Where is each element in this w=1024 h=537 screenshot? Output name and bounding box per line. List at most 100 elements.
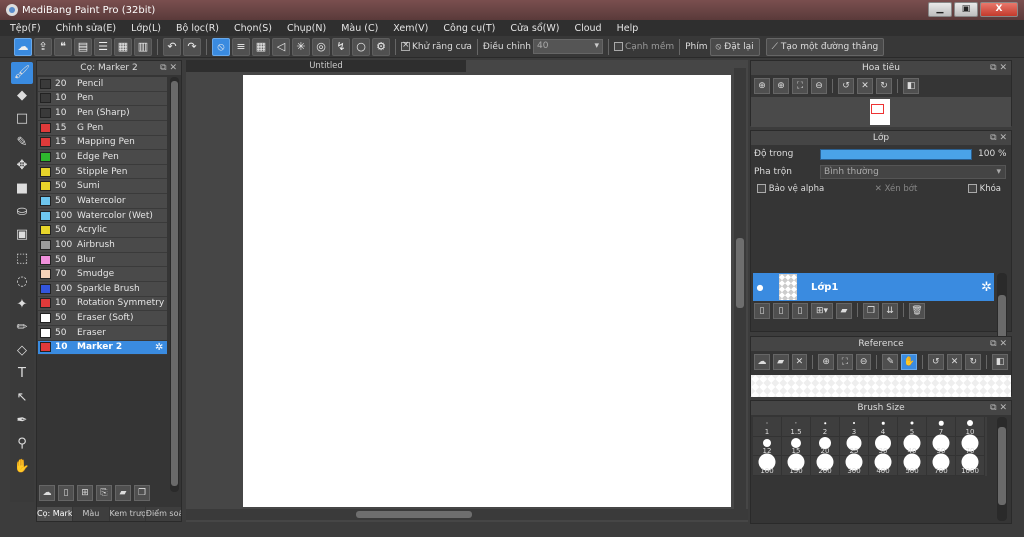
brush-list-item[interactable]: 100 Sparkle Brush	[38, 281, 167, 297]
brush-list-item[interactable]: 50 Sumi	[38, 179, 167, 195]
rectangle-icon[interactable]: □	[11, 108, 33, 130]
brush-size-option[interactable]: 300	[840, 453, 869, 476]
circle-snap-icon[interactable]: ○	[352, 37, 370, 56]
cloud-upload-icon[interactable]: ☁	[754, 354, 770, 370]
select-eraser-icon[interactable]: ◇	[11, 340, 33, 362]
zoom-in-icon[interactable]: ⊕	[754, 78, 770, 94]
tab-material[interactable]: Điểm soá...	[145, 507, 181, 521]
select-rect-icon[interactable]: ⬚	[11, 248, 33, 270]
brush-list-item[interactable]: 50 Stipple Pen	[38, 164, 167, 180]
new-halftone-layer-icon[interactable]: ▯	[773, 303, 789, 319]
new-layer-icon[interactable]: ▯	[754, 303, 770, 319]
gradient-icon[interactable]: ▣	[11, 224, 33, 246]
concentric-snap-icon[interactable]: ◎	[312, 37, 330, 56]
fill-rect-icon[interactable]: ■	[11, 178, 33, 200]
brush-list-scrollbar[interactable]	[170, 77, 179, 492]
brush-list-item[interactable]: 10 Pen	[38, 91, 167, 107]
menu-color[interactable]: Màu (C)	[341, 23, 378, 34]
zoom-in-icon[interactable]: ⊕	[818, 354, 834, 370]
clipping-icon[interactable]: ✕	[875, 184, 882, 194]
add-brush-icon[interactable]: ⊞	[77, 485, 93, 501]
add-layer-menu-icon[interactable]: ⊞▾	[811, 303, 833, 319]
menu-view[interactable]: Xem(V)	[393, 23, 428, 34]
panel-popout-icon[interactable]: ⧉ ✕	[990, 337, 1007, 351]
rotate-right-icon[interactable]: ↻	[965, 354, 982, 370]
comment-icon[interactable]: ❝	[54, 37, 72, 56]
layer-row[interactable]: ● Lớp1 ✲	[753, 273, 994, 301]
document-tab[interactable]: Untitled	[186, 60, 466, 72]
list-icon[interactable]: ☰	[94, 37, 112, 56]
duplicate-layer-icon[interactable]: ❐	[863, 303, 879, 319]
grid-panel-icon[interactable]: ▦	[114, 37, 132, 56]
brush-list-item[interactable]: 50 Eraser	[38, 325, 167, 341]
tab-slider[interactable]: Kem trượ...	[109, 507, 145, 521]
panel-icon[interactable]: ▤	[74, 37, 92, 56]
bucket-icon[interactable]: ⛀	[11, 201, 33, 223]
snap-settings-icon[interactable]: ⚙	[372, 37, 390, 56]
parallel-snap-icon[interactable]: ≡	[232, 37, 250, 56]
cloud-icon[interactable]: ☁	[14, 37, 32, 56]
eyedropper-icon[interactable]: ✎	[882, 354, 899, 370]
flip-icon[interactable]: ◧	[992, 354, 1008, 370]
create-line-button[interactable]: ⟋ Tạo một đường thẳng	[765, 37, 885, 56]
brush-size-option[interactable]: 1	[753, 417, 782, 437]
curve-snap-icon[interactable]: ↯	[332, 37, 350, 56]
rotate-reset-icon[interactable]: ✕	[946, 354, 963, 370]
hand-icon[interactable]: ✋	[11, 456, 33, 478]
soft-edge-checkbox[interactable]	[613, 42, 623, 51]
gear-icon[interactable]: ✲	[981, 280, 992, 295]
canvas-paper[interactable]	[243, 75, 731, 507]
panel-popout-icon[interactable]: ⧉ ✕	[990, 401, 1007, 415]
rotate-left-icon[interactable]: ↺	[927, 354, 944, 370]
trash-icon[interactable]: 🗑	[909, 303, 925, 319]
zoom-out-icon[interactable]: ⊖	[811, 78, 827, 94]
brush-list-item[interactable]: 10 Marker 2 ✲	[38, 340, 167, 356]
magic-wand-icon[interactable]: ✦	[11, 294, 33, 316]
brush-list-item[interactable]: 10 Pen (Sharp)	[38, 106, 167, 121]
undo-icon[interactable]: ↶	[163, 37, 181, 56]
brush-list-item[interactable]: 20 Pencil	[38, 77, 167, 92]
flip-icon[interactable]: ◧	[903, 78, 919, 94]
upload-icon[interactable]: ⇪	[34, 37, 52, 56]
panel-popout-icon[interactable]: ⧉ ✕	[160, 61, 177, 75]
brush-list-item[interactable]: 15 Mapping Pen	[38, 135, 167, 151]
zoom-out-icon[interactable]: ⊖	[855, 354, 872, 370]
hand-icon[interactable]: ✋	[901, 354, 917, 370]
new-8bit-layer-icon[interactable]: ▯	[792, 303, 808, 319]
brush-list-item[interactable]: 50 Acrylic	[38, 223, 167, 239]
menu-filter[interactable]: Bộ lọc(R)	[176, 23, 219, 34]
protect-alpha-checkbox[interactable]	[757, 184, 766, 193]
tab-color[interactable]: Màu	[73, 507, 109, 521]
menu-snap[interactable]: Chụp(N)	[287, 23, 326, 34]
maximize-button[interactable]: ▣	[954, 2, 978, 17]
brush-list-item[interactable]: 100 Watercolor (Wet)	[38, 208, 167, 224]
lasso-icon[interactable]: ◌	[11, 271, 33, 293]
brush-size-option[interactable]: 200	[811, 453, 840, 476]
snap-off-icon[interactable]: ⦸	[212, 37, 230, 56]
brush-list-item[interactable]: 100 Airbrush	[38, 238, 167, 253]
cloud-brush-icon[interactable]: ☁	[39, 485, 55, 501]
grid-snap-icon[interactable]: ▦	[252, 37, 270, 56]
brush-size-scrollbar[interactable]	[997, 417, 1007, 521]
rotate-left-icon[interactable]: ↺	[838, 78, 854, 94]
menu-tools[interactable]: Công cụ(T)	[443, 23, 495, 34]
menu-help[interactable]: Help	[617, 23, 639, 34]
gear-icon[interactable]: ✲	[155, 342, 167, 353]
redo-icon[interactable]: ↷	[183, 37, 201, 56]
minimize-button[interactable]: ▁	[928, 2, 952, 17]
brush-size-option[interactable]: 500	[898, 453, 927, 476]
brush-icon[interactable]: 🖌	[11, 62, 33, 84]
brush-size-option[interactable]: 100	[753, 453, 782, 476]
reset-button[interactable]: ⦸ Đặt lại	[709, 37, 760, 56]
divide-icon[interactable]: ✒	[11, 410, 33, 432]
brush-list-item[interactable]: 10 Edge Pen	[38, 150, 167, 165]
brush-list-item[interactable]: 70 Smudge	[38, 267, 167, 282]
merge-layer-icon[interactable]: ⇊	[882, 303, 898, 319]
tab-brush[interactable]: Cọ: Mark...	[37, 507, 73, 521]
menu-select[interactable]: Chọn(S)	[234, 23, 272, 34]
fit-icon[interactable]: ⛶	[792, 78, 808, 94]
close-icon[interactable]: ✕	[791, 354, 808, 370]
perspective-snap-icon[interactable]: ◁	[272, 37, 290, 56]
brush-size-option[interactable]: 3	[840, 417, 869, 437]
blend-mode-dropdown[interactable]: Bình thường	[820, 165, 1006, 179]
